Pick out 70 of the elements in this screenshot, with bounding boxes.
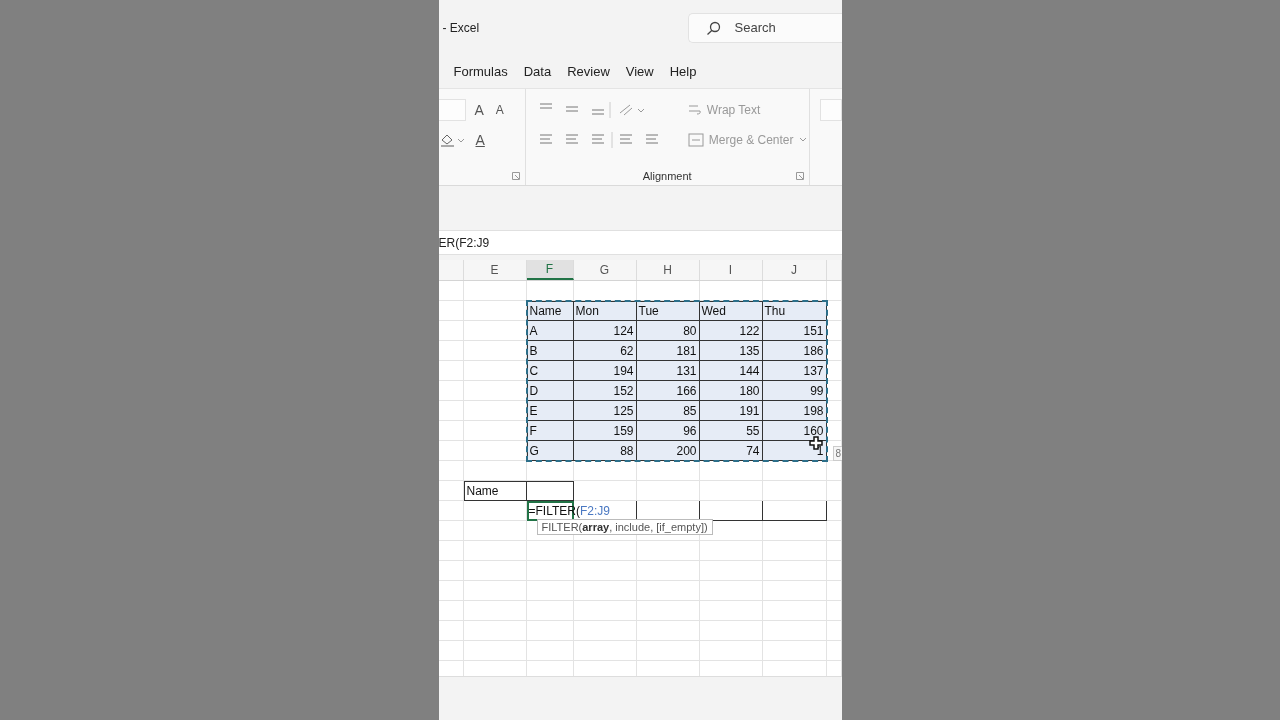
column-heading: Thu [762, 301, 827, 321]
search-icon [705, 20, 721, 36]
ribbon-tab[interactable]: View [618, 60, 661, 83]
table-cell: 160 [762, 421, 827, 441]
table-cell: 96 [636, 421, 700, 441]
font-color-button[interactable]: A [472, 132, 488, 148]
group-label: Alignment [642, 170, 692, 182]
table-cell: 191 [699, 401, 763, 421]
merge-cells-icon [687, 133, 704, 147]
table-cell: 135 [699, 341, 763, 361]
table-cell: 144 [699, 361, 763, 381]
table-cell: 99 [762, 381, 827, 401]
search-field[interactable]: Search [687, 12, 842, 43]
column-header[interactable]: G [573, 260, 637, 280]
fill-color-icon[interactable] [438, 132, 467, 148]
table-cell: B [526, 341, 574, 361]
table-cell: 125 [573, 401, 637, 421]
formula-bar[interactable]: ER(F2:J9 [438, 230, 842, 255]
table-cell: 159 [573, 421, 637, 441]
table-cell: 198 [762, 401, 827, 421]
table-cell: Name [463, 481, 527, 501]
table-cell: 131 [636, 361, 700, 381]
dialog-launcher-icon[interactable] [795, 172, 804, 180]
wrap-text-icon [687, 103, 702, 117]
empty-cell [762, 501, 827, 521]
size-hint: 8 [832, 446, 842, 461]
table-cell: 124 [573, 321, 637, 341]
ribbon-tab[interactable]: Formulas [446, 60, 515, 83]
font-size-dropdown[interactable] [438, 99, 466, 121]
table-cell: 62 [573, 341, 637, 361]
table-cell: G [526, 441, 574, 461]
table-cell: 55 [699, 421, 763, 441]
column-header[interactable]: E [463, 260, 527, 280]
table-cell: E [526, 401, 574, 421]
table-cell: 80 [636, 321, 700, 341]
ribbon-tab[interactable]: Data [516, 60, 559, 83]
table-cell: 152 [573, 381, 637, 401]
table-cell: 194 [573, 361, 637, 381]
table-cell: 85 [636, 401, 700, 421]
table-cell: C [526, 361, 574, 381]
table-cell: F [526, 421, 574, 441]
column-header[interactable]: I [699, 260, 763, 280]
table-cell: 151 [762, 321, 827, 341]
dialog-launcher-icon[interactable] [511, 172, 520, 180]
table-cell: 122 [699, 321, 763, 341]
empty-cell [526, 481, 574, 501]
column-heading: Wed [699, 301, 763, 321]
ribbon-tab[interactable]: Help [662, 60, 704, 83]
column-header[interactable]: J [762, 260, 827, 280]
table-cell: 186 [762, 341, 827, 361]
column-heading: Tue [636, 301, 700, 321]
table-cell: 200 [636, 441, 700, 461]
caret-icon [798, 137, 807, 143]
column-heading: Mon [573, 301, 637, 321]
table-cell: 74 [699, 441, 763, 461]
table-cell: D [526, 381, 574, 401]
column-header[interactable]: F [526, 260, 574, 280]
table-cell: 180 [699, 381, 763, 401]
column-header[interactable]: H [636, 260, 700, 280]
table-cell: 88 [573, 441, 637, 461]
window-title: - Excel [442, 20, 480, 35]
grow-font-button[interactable]: A [471, 102, 487, 118]
table-cell: 181 [636, 341, 700, 361]
function-tooltip: FILTER(array, include, [if_empty]) [536, 519, 713, 535]
table-cell: A [526, 321, 574, 341]
table-cell: 166 [636, 381, 700, 401]
shrink-font-button[interactable]: A [492, 103, 507, 117]
column-heading: Name [526, 301, 574, 321]
ribbon-tab[interactable]: Review [560, 60, 617, 83]
table-cell: 137 [762, 361, 827, 381]
